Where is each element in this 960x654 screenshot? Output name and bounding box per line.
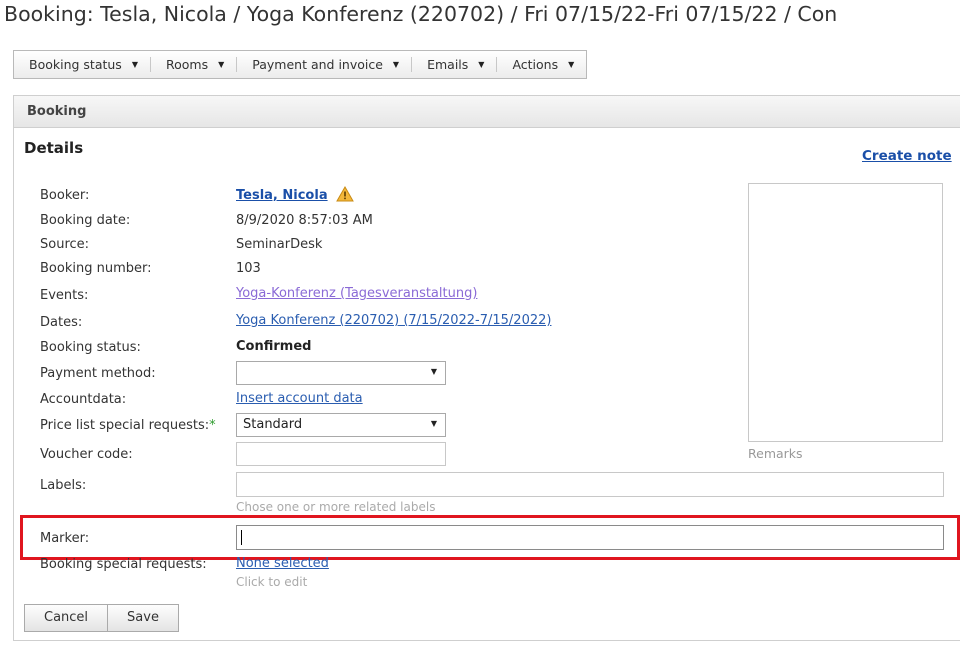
caret-down-icon: ▼ [131, 60, 138, 69]
price-list-selected: Standard [243, 417, 303, 432]
payment-method-label: Payment method: [40, 366, 156, 381]
payment-invoice-menu-label: Payment and invoice [252, 57, 383, 72]
payment-method-select[interactable]: ▼ [236, 361, 446, 385]
source-value: SeminarDesk [236, 237, 323, 252]
events-label: Events: [40, 288, 89, 303]
marker-label: Marker: [40, 531, 90, 546]
emails-menu-label: Emails [427, 57, 469, 72]
booking-number-label: Booking number: [40, 261, 152, 276]
voucher-code-label: Voucher code: [40, 447, 133, 462]
booking-number-value: 103 [236, 261, 261, 276]
booker-link[interactable]: Tesla, Nicola [236, 188, 328, 203]
save-button[interactable]: Save [107, 605, 178, 631]
events-link[interactable]: Yoga-Konferenz (Tagesveranstaltung) [236, 286, 477, 301]
caret-down-icon: ▼ [392, 60, 400, 69]
booking-status-menu[interactable]: Booking status ▼ [14, 51, 150, 78]
caret-down-icon: ▼ [218, 60, 225, 69]
toolbar: Booking status ▼ Rooms ▼ Payment and inv… [13, 50, 588, 79]
chevron-down-icon: ▼ [430, 419, 437, 428]
booking-date-value: 8/9/2020 8:57:03 AM [236, 213, 373, 228]
booking-status-value: Confirmed [236, 339, 312, 354]
marker-input[interactable] [236, 525, 944, 550]
labels-hint: Chose one or more related labels [236, 500, 436, 514]
booking-date-label: Booking date: [40, 213, 131, 228]
booker-label: Booker: [40, 188, 90, 203]
caret-down-icon: ▼ [478, 60, 485, 69]
insert-account-data-link[interactable]: Insert account data [236, 391, 363, 406]
source-label: Source: [40, 237, 90, 252]
create-note-link[interactable]: Create note [862, 148, 952, 164]
caret-down-icon: ▼ [568, 60, 575, 69]
section-title: Details [24, 139, 84, 157]
price-list-label-text: Price list special requests: [40, 418, 210, 433]
dates-link[interactable]: Yoga Konferenz (220702) (7/15/2022-7/15/… [236, 313, 551, 328]
special-requests-link[interactable]: None selected [236, 556, 329, 571]
rooms-menu-label: Rooms [165, 57, 209, 72]
booking-status-label: Booking status: [40, 340, 141, 355]
actions-menu-label: Actions [512, 57, 559, 72]
required-marker: * [209, 418, 216, 433]
special-requests-hint: Click to edit [236, 575, 308, 589]
actions-menu[interactable]: Actions ▼ [497, 51, 586, 78]
rooms-menu[interactable]: Rooms ▼ [151, 51, 236, 78]
booking-status-menu-label: Booking status [29, 57, 122, 72]
dates-label: Dates: [40, 315, 83, 330]
price-list-label: Price list special requests:* [40, 418, 216, 433]
remarks-textarea[interactable] [748, 183, 943, 442]
labels-input[interactable] [236, 472, 944, 497]
labels-label: Labels: [40, 478, 87, 493]
chevron-down-icon: ▼ [430, 367, 437, 376]
panel-header: Booking [14, 96, 960, 128]
emails-menu[interactable]: Emails ▼ [412, 51, 496, 78]
special-requests-label: Booking special requests: [40, 557, 207, 572]
form-buttons: Cancel Save [24, 604, 179, 632]
warning-icon [335, 185, 354, 206]
price-list-select[interactable]: Standard ▼ [236, 413, 446, 437]
text-cursor [241, 530, 242, 545]
accountdata-label: Accountdata: [40, 392, 127, 407]
voucher-code-input[interactable] [236, 442, 446, 466]
payment-invoice-menu[interactable]: Payment and invoice ▼ [237, 51, 411, 78]
page-title: Booking: Tesla, Nicola / Yoga Konferenz … [4, 2, 838, 26]
remarks-label: Remarks [748, 446, 803, 461]
cancel-button[interactable]: Cancel [25, 605, 107, 631]
